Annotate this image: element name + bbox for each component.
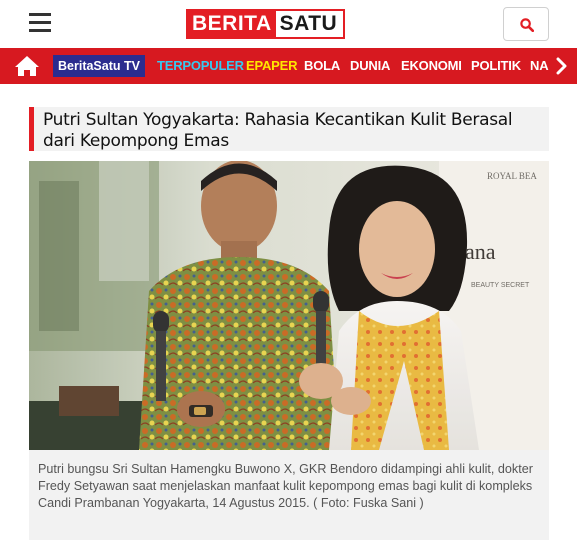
article-photo[interactable]: ROYAL BEA yana BEAUTY SECRET <box>29 161 549 450</box>
nav-item-terpopuler[interactable]: TERPOPULER <box>157 48 244 84</box>
nav-item-ekonomi[interactable]: EKONOMI <box>401 48 462 84</box>
search-icon <box>520 18 534 32</box>
chevron-right-icon[interactable] <box>556 57 568 80</box>
nav-item-dunia[interactable]: DUNIA <box>350 48 390 84</box>
nav-item-politik[interactable]: POLITIK <box>471 48 521 84</box>
nav-item-epaper[interactable]: EPAPER <box>246 48 297 84</box>
nav-item-beritasatu-tv[interactable]: BeritaSatu TV <box>53 55 145 77</box>
hamburger-menu-icon[interactable] <box>29 13 51 32</box>
article-title-box: Putri Sultan Yogyakarta: Rahasia Kecanti… <box>29 107 549 151</box>
home-icon[interactable] <box>14 55 40 77</box>
main-nav: BeritaSatu TV TERPOPULER EPAPER BOLA DUN… <box>0 48 577 84</box>
nav-item-bola[interactable]: BOLA <box>304 48 340 84</box>
site-header: BERITA SATU <box>0 0 577 48</box>
photo-caption-box: Putri bungsu Sri Sultan Hamengku Buwono … <box>29 450 549 540</box>
search-button[interactable] <box>503 7 549 41</box>
site-logo[interactable]: BERITA SATU <box>186 9 346 39</box>
article-title: Putri Sultan Yogyakarta: Rahasia Kecanti… <box>43 110 513 151</box>
logo-text-satu: SATU <box>275 9 346 39</box>
photo-caption: Putri bungsu Sri Sultan Hamengku Buwono … <box>38 462 533 510</box>
nav-item-truncated[interactable]: NA <box>530 48 549 84</box>
logo-text-berita: BERITA <box>186 9 276 39</box>
